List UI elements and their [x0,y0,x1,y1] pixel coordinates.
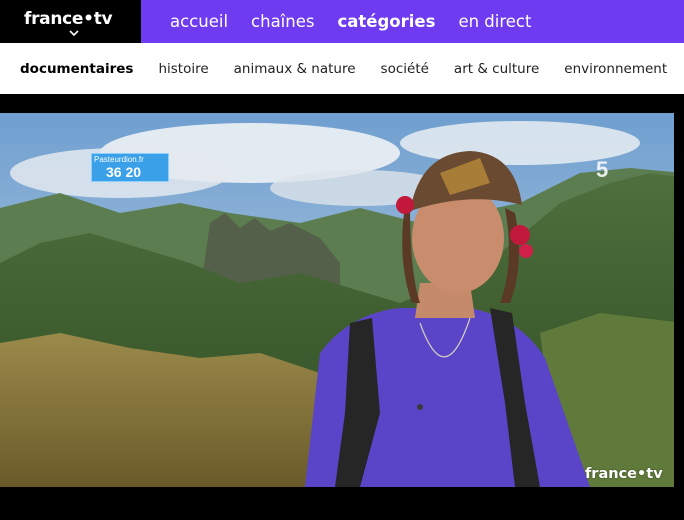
nav-item-categories[interactable]: catégories [337,12,435,31]
badge-number: 36 20 [106,164,142,180]
video-frame[interactable]: Pasteurdion.fr 36 20 5 france•tv [0,113,684,487]
logo-text: france•tv [24,9,113,29]
top-navigation-bar: france•tv accueil chaînes catégories en … [0,0,684,43]
info-badge: Pasteurdion.fr 36 20 [91,153,169,182]
watermark-logo: france•tv [585,466,663,482]
subnav-item-societe[interactable]: société [381,61,429,77]
subnav-item-environnement[interactable]: environnement [564,61,667,77]
chevron-down-icon[interactable] [68,29,80,37]
subnav-item-animaux-nature[interactable]: animaux & nature [234,61,356,77]
player-side-edge [674,94,684,520]
category-subnav: documentaires histoire animaux & nature … [0,43,684,94]
subnav-item-histoire[interactable]: histoire [158,61,208,77]
nav-item-accueil[interactable]: accueil [170,12,228,31]
brand-logo[interactable]: france•tv [0,0,141,43]
badge-site-text: Pasteurdion.fr [94,155,144,164]
channel-logo: 5 [596,157,609,182]
subnav-item-documentaires[interactable]: documentaires [20,61,133,77]
main-nav: accueil chaînes catégories en direct [170,0,554,43]
subnav-item-art-culture[interactable]: art & culture [454,61,539,77]
nav-item-chaines[interactable]: chaînes [251,12,314,31]
video-player[interactable]: Pasteurdion.fr 36 20 5 france•tv [0,94,684,520]
nav-item-en-direct[interactable]: en direct [458,12,531,31]
